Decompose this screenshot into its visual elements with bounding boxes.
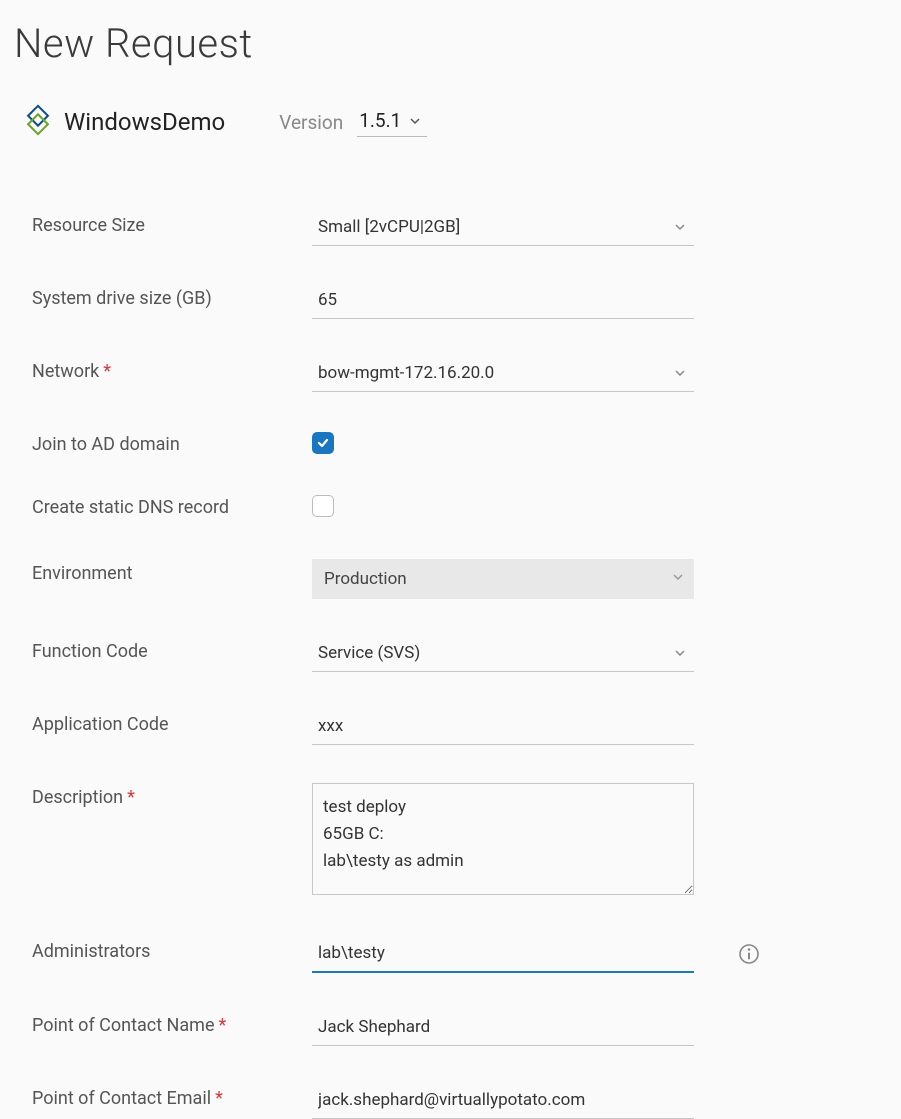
administrators-input[interactable] [312,937,694,973]
label-resource-size: Resource Size [32,211,312,236]
environment-select[interactable]: Production [312,559,694,599]
system-drive-size-input[interactable] [312,284,694,319]
required-marker: * [103,361,111,382]
chevron-down-icon [409,115,421,127]
label-description: Description* [32,783,312,808]
required-marker: * [219,1015,227,1036]
label-poc-email: Point of Contact Email* [32,1084,312,1109]
chevron-down-icon [672,571,684,583]
poc-email-input[interactable] [312,1084,694,1119]
version-select[interactable]: 1.5.1 [357,107,427,137]
product-header: WindowsDemo Version 1.5.1 [14,99,887,145]
network-select[interactable]: bow-mgmt-172.16.20.0 [312,357,694,392]
application-code-input[interactable] [312,710,694,745]
poc-name-input[interactable] [312,1011,694,1046]
create-dns-checkbox[interactable] [312,495,334,517]
page-title: New Request [14,20,887,67]
label-administrators: Administrators [32,937,312,962]
description-textarea[interactable] [312,783,694,895]
label-poc-name: Point of Contact Name* [32,1011,312,1036]
label-create-dns: Create static DNS record [32,493,312,518]
required-marker: * [215,1088,223,1109]
join-ad-checkbox[interactable] [312,432,334,454]
required-marker: * [127,787,135,808]
label-environment: Environment [32,559,312,584]
request-form: Resource Size Small [2vCPU|2GB] System d… [14,185,887,1119]
info-icon[interactable] [738,943,760,969]
label-function-code: Function Code [32,637,312,662]
label-join-ad: Join to AD domain [32,430,312,455]
label-system-drive-size: System drive size (GB) [32,284,312,309]
resource-size-select[interactable]: Small [2vCPU|2GB] [312,211,694,246]
label-network: Network* [32,357,312,382]
function-code-select[interactable]: Service (SVS) [312,637,694,672]
product-logo-icon [14,99,64,145]
version-label: Version [279,111,343,134]
version-value: 1.5.1 [359,109,401,132]
product-name: WindowsDemo [64,108,225,136]
label-application-code: Application Code [32,710,312,735]
product-logo-block: WindowsDemo [14,99,225,145]
